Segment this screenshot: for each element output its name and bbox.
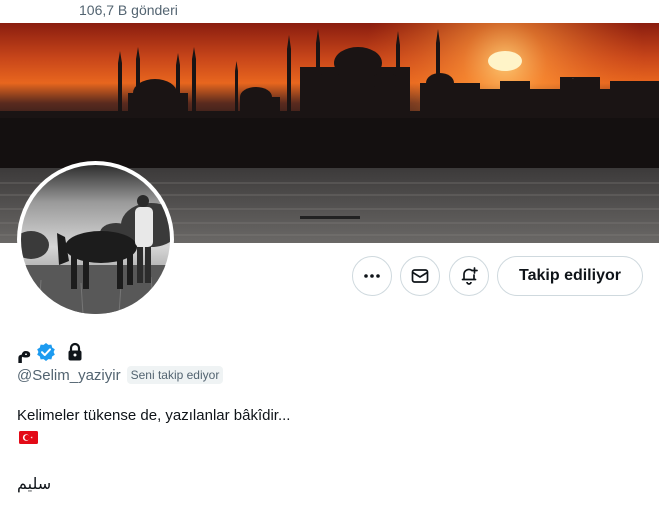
turkey-flag-icon <box>19 431 38 449</box>
bell-plus-icon <box>461 267 478 285</box>
lock-icon <box>66 342 84 362</box>
display-name: م <box>17 341 32 363</box>
handle: @Selim_yaziyir <box>17 366 121 384</box>
follows-you-badge: Seni takip ediyor <box>126 366 224 384</box>
profile-name-row: م <box>17 339 84 364</box>
envelope-icon <box>411 269 429 283</box>
more-dots-icon <box>364 274 380 278</box>
avatar[interactable] <box>17 161 174 318</box>
notify-button[interactable] <box>449 256 489 296</box>
message-button[interactable] <box>400 256 440 296</box>
bio-text: Kelimeler tükense de, yazılanlar bâkîdir… <box>17 407 291 424</box>
profile-page: 106,7 B gönderi · Takip ediliyor م @Seli… <box>0 0 659 507</box>
verified-badge-icon[interactable] <box>36 342 56 362</box>
bio-arabic-text: سليم <box>17 474 52 493</box>
post-count: 106,7 B gönderi <box>79 2 178 18</box>
handle-row: @Selim_yaziyir Seni takip ediyor <box>17 366 224 384</box>
more-button[interactable] <box>352 256 392 296</box>
svg-text:·: · <box>572 76 574 83</box>
avatar-image <box>21 165 170 314</box>
following-button[interactable]: Takip ediliyor <box>497 256 643 296</box>
